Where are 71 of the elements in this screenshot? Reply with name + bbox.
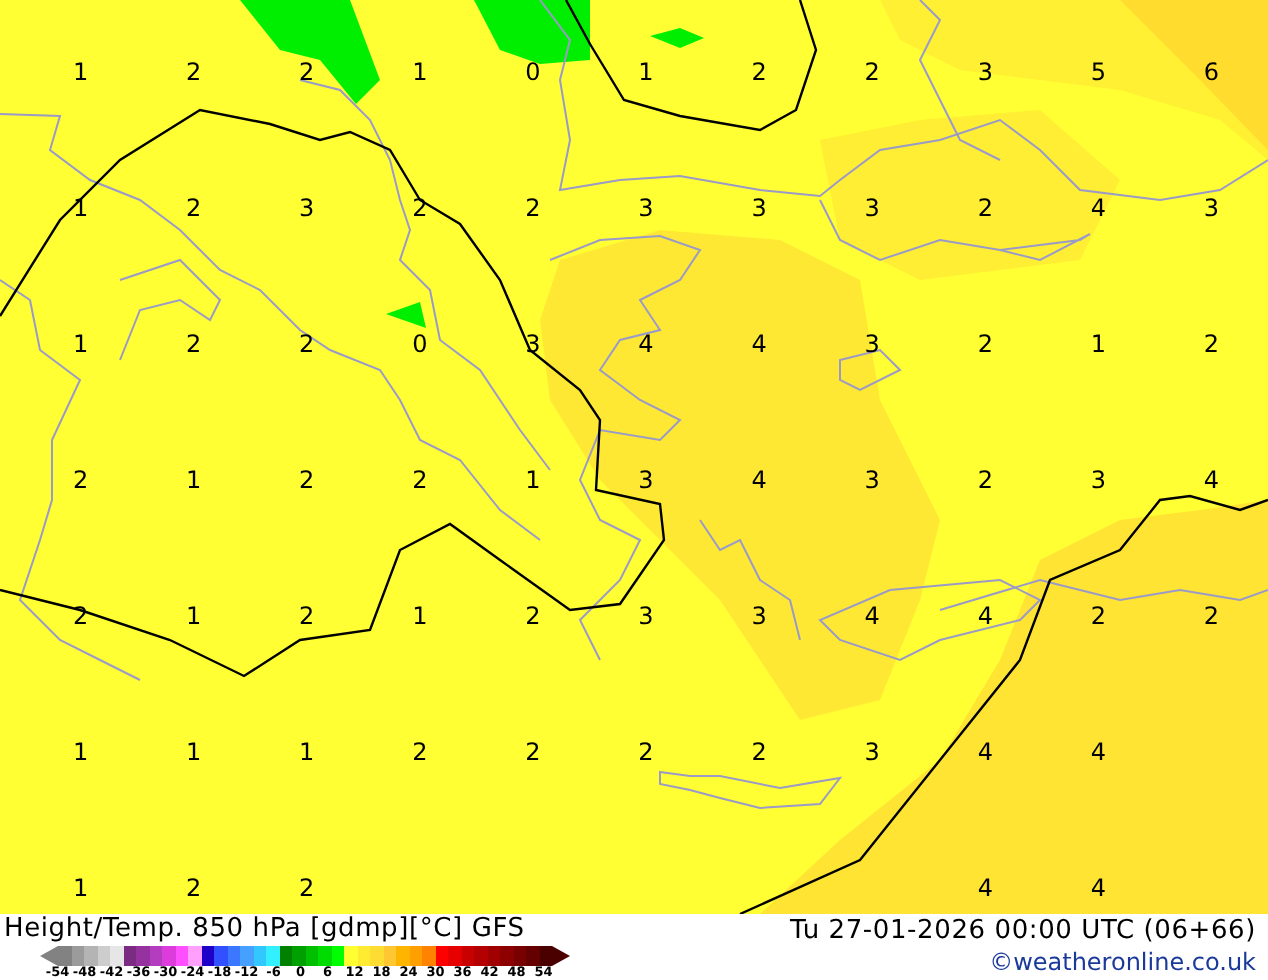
temperature-value: 2	[1203, 328, 1220, 360]
temperature-value: 3	[864, 192, 880, 224]
temperature-value: 3	[1203, 192, 1220, 224]
temperature-value: 3	[864, 736, 880, 768]
temperature-value: 3	[1090, 464, 1106, 496]
temperature-value: 2	[525, 192, 541, 224]
temperature-value: 2	[299, 464, 315, 496]
temperature-value: 2	[412, 736, 428, 768]
temperature-value: 4	[1090, 192, 1106, 224]
temperature-value: 0	[525, 56, 541, 88]
temperature-value: 1	[72, 328, 89, 360]
temperature-value: 1	[299, 736, 315, 768]
temperature-value: 3	[864, 328, 880, 360]
temperature-value: 1	[185, 736, 202, 768]
temperature-value: 1	[72, 872, 89, 904]
temperature-value: 2	[185, 56, 202, 88]
temperature-value: 1	[72, 192, 89, 224]
temperature-value: 1	[638, 56, 654, 88]
temperature-value: 4	[1090, 736, 1106, 768]
temperature-value: 2	[299, 872, 315, 904]
temperature-value: 1	[185, 464, 202, 496]
temperature-value: 1	[185, 600, 202, 632]
temperature-value: 1	[412, 600, 428, 632]
chart-title: Height/Temp. 850 hPa [gdmp][°C] GFS	[4, 914, 527, 946]
temperature-value: 3	[638, 464, 654, 496]
temperature-value: 2	[751, 736, 767, 768]
temperature-value: 2	[412, 464, 428, 496]
temperature-value: 3	[751, 600, 767, 632]
temperature-value: 2	[525, 600, 541, 632]
temperature-value: 2	[185, 328, 202, 360]
temperature-value: 4	[977, 600, 993, 632]
temperature-value: 4	[1203, 464, 1220, 496]
temperature-value: 4	[751, 464, 767, 496]
temperature-value: 4	[977, 872, 993, 904]
temperature-value: 2	[751, 56, 767, 88]
temperature-value: 2	[864, 56, 880, 88]
temperature-value: 2	[299, 56, 315, 88]
credit-link[interactable]: ©weatheronline.co.uk	[989, 948, 1256, 978]
temperature-value: 2	[525, 736, 541, 768]
temperature-value: 4	[1090, 872, 1106, 904]
temperature-value: 2	[185, 872, 202, 904]
temperature-value: 1	[525, 464, 541, 496]
temperature-value: 1	[72, 736, 89, 768]
temperature-value: 4	[977, 736, 993, 768]
temperature-value: 4	[751, 328, 767, 360]
legend-right-arrow-icon	[552, 946, 570, 966]
temperature-value: 2	[977, 192, 993, 224]
temperature-value: 3	[977, 56, 993, 88]
temperature-value: 2	[1090, 600, 1106, 632]
temperature-value: 2	[299, 600, 315, 632]
forecast-datetime: Tu 27-01-2026 00:00 UTC (06+66)	[790, 914, 1256, 948]
temperature-value: 2	[638, 736, 654, 768]
temperature-value: 2	[977, 328, 993, 360]
temperature-value: 2	[977, 464, 993, 496]
temperature-value: 2	[185, 192, 202, 224]
temperature-value: 1	[412, 56, 428, 88]
temperature-value: 3	[299, 192, 315, 224]
temperature-value: 3	[638, 600, 654, 632]
temperature-value: 2	[1203, 600, 1220, 632]
temperature-value: 4	[638, 328, 654, 360]
temperature-value: 2	[299, 328, 315, 360]
temperature-value: 3	[751, 192, 767, 224]
temperature-value: 0	[412, 328, 428, 360]
temperature-value: 3	[638, 192, 654, 224]
temperature-value: 2	[72, 464, 89, 496]
temperature-value: 1	[72, 56, 89, 88]
temperature-value: 3	[864, 464, 880, 496]
temperature-value: 5	[1090, 56, 1106, 88]
temperature-value: 1	[1090, 328, 1106, 360]
temperature-value: 4	[864, 600, 880, 632]
temperature-value: 6	[1203, 56, 1220, 88]
